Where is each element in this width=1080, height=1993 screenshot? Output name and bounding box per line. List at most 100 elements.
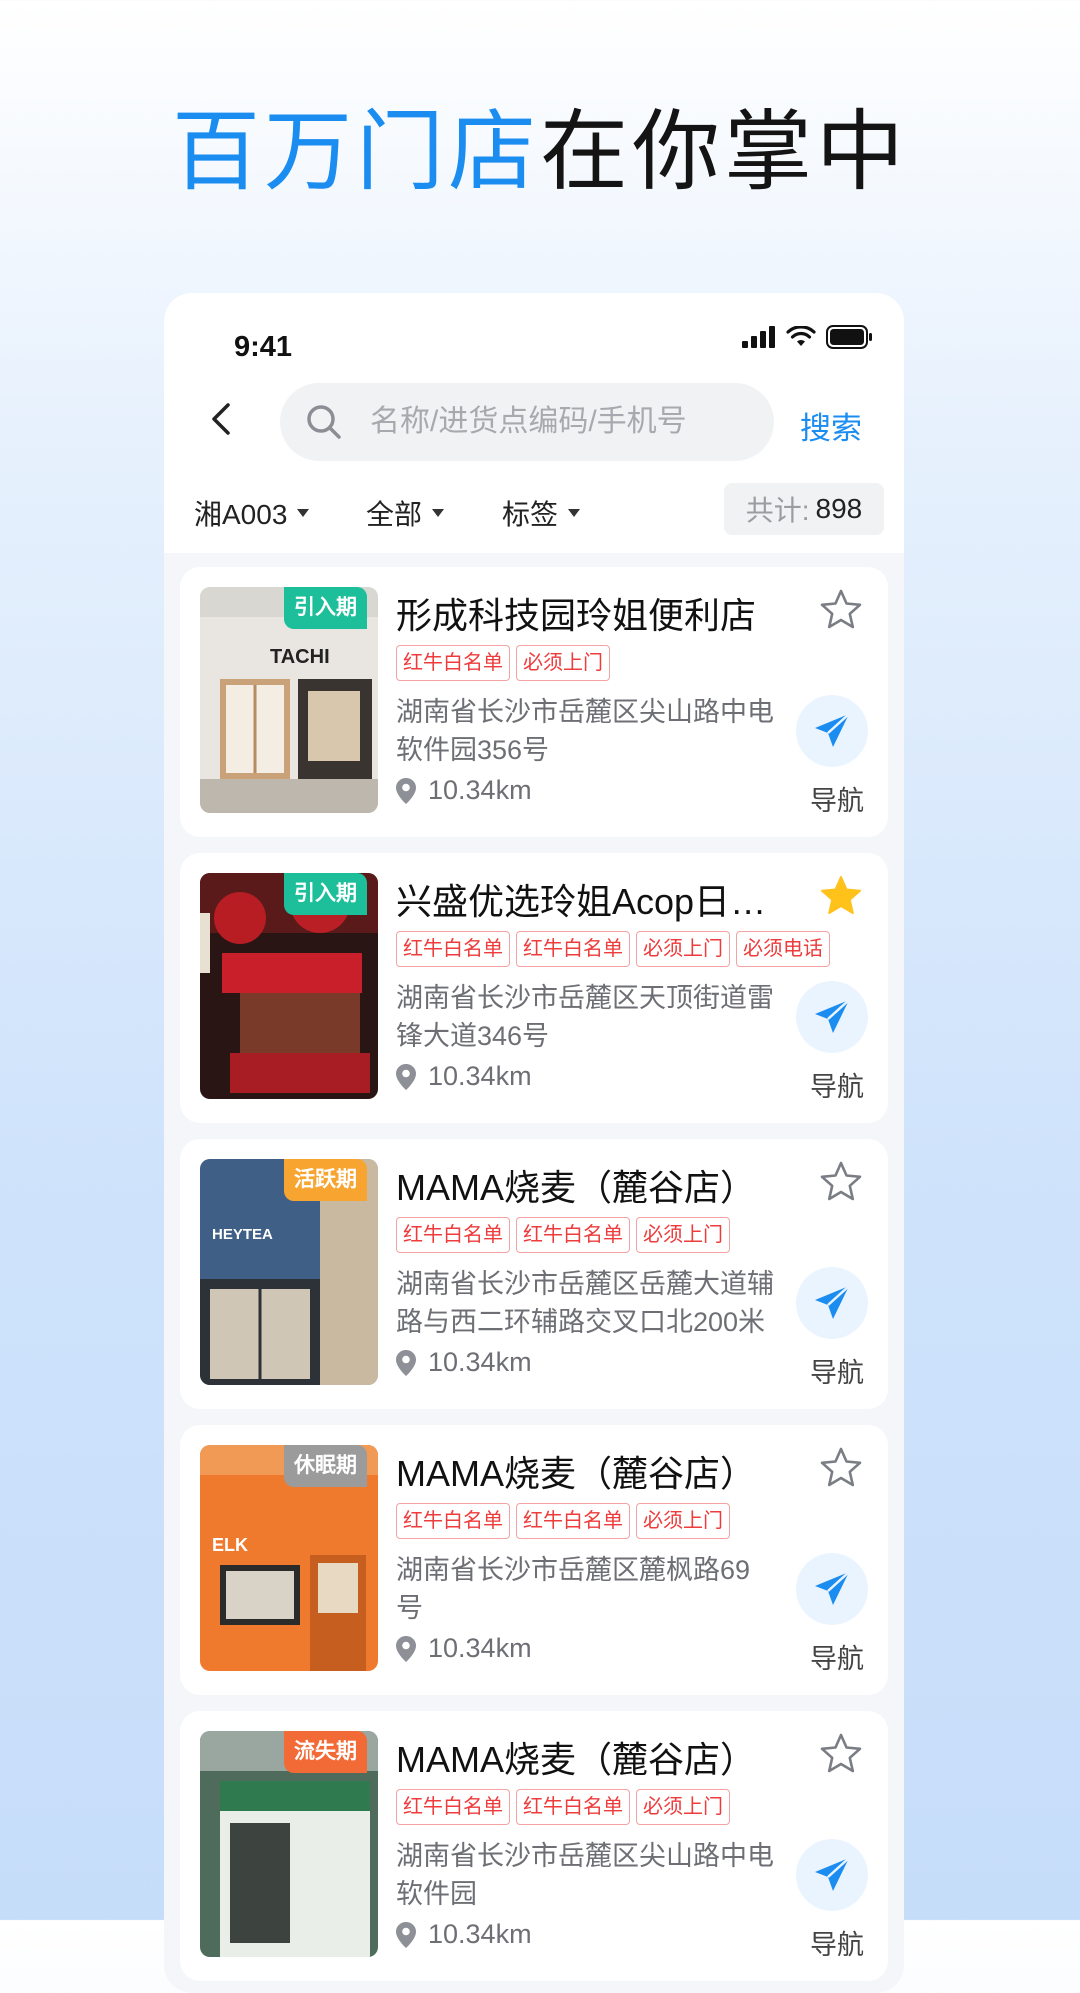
status-time: 9:41 (234, 331, 293, 363)
caret-down-icon (297, 509, 310, 517)
navigate-button[interactable] (796, 695, 868, 767)
store-tag: 红牛白名单 (396, 1503, 510, 1539)
store-tag: 红牛白名单 (516, 1789, 630, 1825)
filter-status-label: 全部 (366, 499, 423, 530)
filter-tags[interactable]: 标签 (502, 493, 581, 533)
top-bar: 9:41 名称/进货点编码/手机号 搜索 湘A003 全部 标签 共计: 898 (164, 293, 904, 553)
store-distance: 10.34km (396, 1347, 532, 1378)
svg-text:HEYTEA: HEYTEA (212, 1226, 273, 1243)
search-icon (307, 405, 341, 439)
navigate-label[interactable]: 导航 (810, 779, 864, 818)
headline-black: 在你掌中 (540, 102, 909, 201)
navigate-label[interactable]: 导航 (810, 1637, 864, 1676)
stage-badge: 休眠期 (284, 1445, 367, 1487)
distance-value: 10.34km (428, 1347, 532, 1377)
search-input[interactable] (368, 404, 732, 440)
store-name: 形成科技园玲姐便利店 (396, 595, 757, 636)
store-card[interactable]: 引入期 兴盛优选玲姐Acop日咖啡便利店 红牛白名单 红牛白名单 必须上门 必须… (180, 853, 888, 1123)
store-address: 湖南省长沙市岳麓区尖山路中电软件园 (396, 1841, 774, 1909)
total-value: 898 (815, 493, 863, 524)
star-filled-icon[interactable] (818, 873, 864, 919)
distance-value: 10.34km (428, 1061, 532, 1091)
headline-blue: 百万门店 (171, 102, 540, 201)
navigate-button[interactable] (796, 981, 868, 1053)
store-list: TACHI 引入期 形成科技园玲姐便利店 红牛白名单 必须上门 湖南省长沙市岳麓… (180, 567, 888, 1993)
stage-badge: 流失期 (284, 1731, 367, 1773)
store-tag: 红牛白名单 (516, 1217, 630, 1253)
status-icons (742, 325, 874, 349)
store-address: 湖南省长沙市岳麓区天顶街道雷锋大道346号 (396, 983, 774, 1051)
battery-icon (826, 325, 872, 349)
paper-plane-icon (815, 1857, 850, 1891)
store-distance: 10.34km (396, 1633, 532, 1664)
svg-text:ELK: ELK (212, 1535, 248, 1555)
store-card[interactable]: 流失期 MAMA烧麦（麓谷店） 红牛白名单 红牛白名单 必须上门 湖南省长沙市岳… (180, 1711, 888, 1981)
back-icon[interactable] (202, 399, 242, 439)
stage-badge: 活跃期 (284, 1159, 367, 1201)
store-tags: 红牛白名单 红牛白名单 必须上门 (396, 1789, 730, 1825)
store-tags: 红牛白名单 红牛白名单 必须上门 (396, 1503, 730, 1539)
paper-plane-icon (815, 1571, 850, 1605)
total-label: 共计: (745, 495, 810, 526)
store-name: 兴盛优选玲姐Acop日咖啡便利店 (396, 881, 796, 922)
store-tag: 必须上门 (516, 645, 610, 681)
distance-value: 10.34km (428, 775, 532, 805)
store-card[interactable]: ELK 休眠期 MAMA烧麦（麓谷店） 红牛白名单 红牛白名单 必须上门 湖南省… (180, 1425, 888, 1695)
star-outline-icon[interactable] (818, 1731, 864, 1777)
navigate-button[interactable] (796, 1267, 868, 1339)
caret-down-icon (568, 509, 581, 517)
store-tag: 红牛白名单 (516, 931, 630, 967)
store-tag: 红牛白名单 (396, 931, 510, 967)
star-outline-icon[interactable] (818, 1159, 864, 1205)
location-pin-icon (396, 1921, 416, 1948)
filter-status[interactable]: 全部 (366, 493, 445, 533)
store-name: MAMA烧麦（麓谷店） (396, 1453, 757, 1494)
store-distance: 10.34km (396, 1919, 532, 1950)
stage-badge: 引入期 (284, 587, 367, 629)
search-button[interactable]: 搜索 (800, 403, 862, 448)
store-tag: 必须上门 (636, 1217, 730, 1253)
wifi-icon (786, 326, 816, 346)
location-pin-icon (396, 1635, 416, 1662)
svg-text:TACHI: TACHI (270, 646, 330, 668)
navigate-label[interactable]: 导航 (810, 1923, 864, 1962)
store-card[interactable]: TACHI 引入期 形成科技园玲姐便利店 红牛白名单 必须上门 湖南省长沙市岳麓… (180, 567, 888, 837)
caret-down-icon (432, 509, 445, 517)
filter-tags-label: 标签 (502, 499, 559, 530)
store-name: MAMA烧麦（麓谷店） (396, 1739, 757, 1780)
headline: 百万门店在你掌中 (0, 108, 1080, 196)
store-tag: 必须上门 (636, 1503, 730, 1539)
store-tag: 红牛白名单 (396, 1789, 510, 1825)
total-count: 共计: 898 (724, 483, 884, 535)
distance-value: 10.34km (428, 1919, 532, 1949)
store-name: MAMA烧麦（麓谷店） (396, 1167, 757, 1208)
store-distance: 10.34km (396, 775, 532, 806)
search-box[interactable] (280, 383, 774, 461)
store-address: 湖南省长沙市岳麓区岳麓大道辅路与西二环辅路交叉口北200米 (396, 1269, 774, 1337)
navigate-label[interactable]: 导航 (810, 1351, 864, 1390)
store-tag: 红牛白名单 (396, 1217, 510, 1253)
store-card[interactable]: HEYTEA 活跃期 MAMA烧麦（麓谷店） 红牛白名单 红牛白名单 必须上门 … (180, 1139, 888, 1409)
navigate-label[interactable]: 导航 (810, 1065, 864, 1104)
store-tag: 必须上门 (636, 1789, 730, 1825)
star-outline-icon[interactable] (818, 1445, 864, 1491)
store-distance: 10.34km (396, 1061, 532, 1092)
store-tag: 红牛白名单 (516, 1503, 630, 1539)
store-tag: 必须上门 (636, 931, 730, 967)
store-tags: 红牛白名单 红牛白名单 必须上门 必须电话 (396, 931, 830, 967)
stage-badge: 引入期 (284, 873, 367, 915)
location-pin-icon (396, 1349, 416, 1376)
filter-region-label: 湘A003 (194, 499, 288, 530)
paper-plane-icon (815, 713, 850, 747)
filter-bar: 湘A003 全部 标签 共计: 898 (164, 483, 904, 539)
navigate-button[interactable] (796, 1839, 868, 1911)
store-tag: 红牛白名单 (396, 645, 510, 681)
navigate-button[interactable] (796, 1553, 868, 1625)
paper-plane-icon (815, 1285, 850, 1319)
store-tags: 红牛白名单 必须上门 (396, 645, 610, 681)
store-address: 湖南省长沙市岳麓区麓枫路69号 (396, 1555, 751, 1623)
star-outline-icon[interactable] (818, 587, 864, 633)
filter-region[interactable]: 湘A003 (194, 493, 310, 533)
store-tag: 必须电话 (736, 931, 830, 967)
distance-value: 10.34km (428, 1633, 532, 1663)
